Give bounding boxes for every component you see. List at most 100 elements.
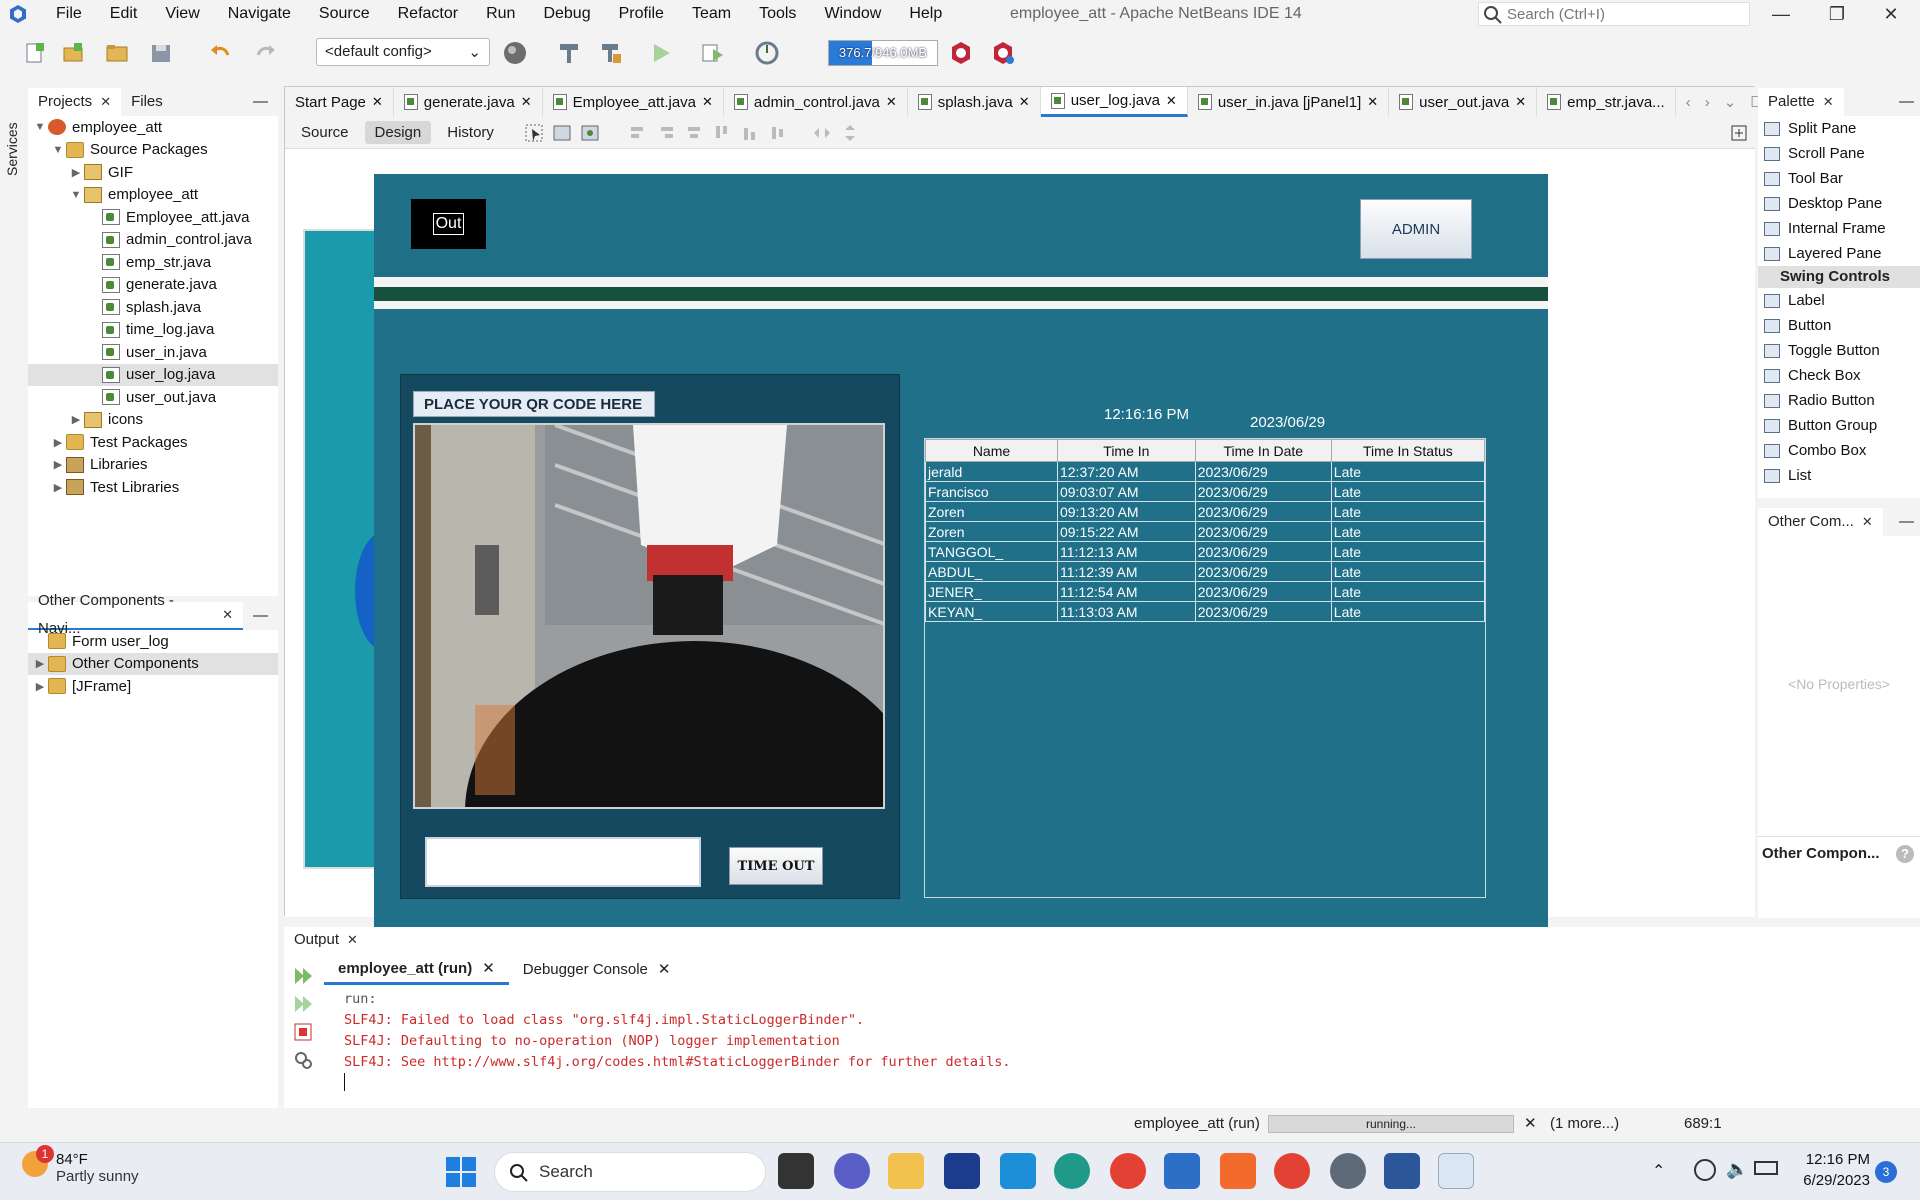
- selection-mode-icon[interactable]: [524, 123, 544, 143]
- table-row[interactable]: KEYAN_ 11:13:03 AM 2023/06/29 Late: [925, 601, 1486, 622]
- table-row[interactable]: jerald 12:37:20 AM 2023/06/29 Late: [925, 461, 1486, 482]
- align-right-icon[interactable]: [656, 123, 676, 143]
- tree-item[interactable]: user_in.java: [28, 341, 278, 364]
- system-clock[interactable]: 12:16 PM 6/29/2023: [1790, 1149, 1870, 1191]
- align-top-icon[interactable]: [712, 123, 732, 143]
- close-icon[interactable]: ✕: [482, 954, 495, 984]
- editor-tab[interactable]: splash.java ✕: [908, 87, 1041, 117]
- menu-edit[interactable]: Edit: [96, 0, 152, 28]
- tree-item[interactable]: Employee_att.java: [28, 206, 278, 229]
- attendance-table[interactable]: Name Time In Time In Date Time In Status je…: [924, 438, 1486, 898]
- settings-gear-icon[interactable]: [1330, 1153, 1366, 1189]
- chevron-right-icon[interactable]: ▶: [32, 680, 48, 693]
- table-row[interactable]: ABDUL_ 11:12:39 AM 2023/06/29 Late: [925, 561, 1486, 582]
- tree-item[interactable]: Form user_log: [28, 630, 278, 653]
- edge-browser-icon[interactable]: [1054, 1153, 1090, 1189]
- tree-item[interactable]: ▶ GIF: [28, 161, 278, 184]
- status-running-task[interactable]: employee_att (run): [1134, 1115, 1260, 1132]
- rerun-icon[interactable]: [292, 965, 318, 991]
- cancel-task-icon[interactable]: ✕: [1524, 1114, 1537, 1132]
- palette-item[interactable]: Button Group: [1758, 413, 1920, 438]
- table-row[interactable]: Zoren 09:13:20 AM 2023/06/29 Late: [925, 501, 1486, 522]
- editor-tab[interactable]: user_in.java [jPanel1] ✕: [1188, 87, 1390, 117]
- set-project-browser-icon[interactable]: [500, 38, 530, 68]
- chevron-right-icon[interactable]: ▶: [68, 166, 84, 179]
- file-explorer-icon[interactable]: [888, 1153, 924, 1189]
- profiler-snapshot-icon[interactable]: [988, 38, 1018, 68]
- settings-icon[interactable]: [292, 1049, 318, 1075]
- ide-search-input[interactable]: Search (Ctrl+I): [1478, 2, 1750, 26]
- editor-tab[interactable]: user_log.java ✕: [1040, 87, 1188, 117]
- tab-projects[interactable]: Projects ✕: [28, 88, 122, 116]
- tree-item[interactable]: user_out.java: [28, 386, 278, 409]
- palette-item[interactable]: Toggle Button: [1758, 338, 1920, 363]
- menu-view[interactable]: View: [151, 0, 213, 28]
- undo-icon[interactable]: [206, 38, 236, 68]
- java-app-icon[interactable]: [1438, 1153, 1474, 1189]
- taskbar-search[interactable]: Search: [494, 1152, 766, 1192]
- close-icon[interactable]: ✕: [1166, 93, 1177, 109]
- word-icon[interactable]: [1384, 1153, 1420, 1189]
- battery-icon[interactable]: [1754, 1161, 1778, 1175]
- profile-icon[interactable]: [752, 38, 782, 68]
- palette-item[interactable]: Desktop Pane: [1758, 191, 1920, 216]
- palette-item[interactable]: Layered Pane: [1758, 241, 1920, 266]
- new-file-icon[interactable]: [20, 38, 50, 68]
- chevron-left-icon[interactable]: ‹: [1686, 94, 1691, 111]
- center-vertical-icon[interactable]: [768, 123, 788, 143]
- close-icon[interactable]: ✕: [658, 955, 671, 985]
- center-horizontal-icon[interactable]: [684, 123, 704, 143]
- table-row[interactable]: TANGGOL_ 11:12:13 AM 2023/06/29 Late: [925, 541, 1486, 562]
- align-left-icon[interactable]: [628, 123, 648, 143]
- palette-item[interactable]: Scroll Pane: [1758, 141, 1920, 166]
- tree-item[interactable]: ▶ Other Components: [28, 652, 278, 675]
- palette-item[interactable]: Label: [1758, 288, 1920, 313]
- chevron-down-icon[interactable]: ▼: [68, 189, 84, 201]
- close-icon[interactable]: ✕: [372, 94, 383, 110]
- minimize-panel-icon[interactable]: —: [243, 602, 278, 630]
- menu-run[interactable]: Run: [472, 0, 529, 28]
- palette-item[interactable]: Radio Button: [1758, 388, 1920, 413]
- close-icon[interactable]: ✕: [1862, 508, 1873, 536]
- language-globe-icon[interactable]: [1694, 1159, 1716, 1181]
- tab-palette[interactable]: Palette ✕: [1758, 88, 1844, 116]
- rerun-with-options-icon[interactable]: [292, 993, 318, 1019]
- start-button[interactable]: [446, 1157, 476, 1187]
- tree-item[interactable]: ▶ icons: [28, 409, 278, 432]
- menu-file[interactable]: File: [42, 0, 96, 28]
- palette-item[interactable]: Check Box: [1758, 363, 1920, 388]
- maximize-button[interactable]: ❐: [1814, 0, 1860, 28]
- speaker-icon[interactable]: 🔈: [1726, 1159, 1748, 1180]
- tree-item[interactable]: ▶ Libraries: [28, 454, 278, 477]
- time-out-button[interactable]: TIME OUT: [729, 847, 823, 885]
- admin-button[interactable]: ADMIN: [1360, 199, 1472, 259]
- menu-debug[interactable]: Debug: [529, 0, 604, 28]
- gc-icon[interactable]: [946, 38, 976, 68]
- clean-build-icon[interactable]: [596, 38, 626, 68]
- minimize-panel-icon[interactable]: —: [1893, 508, 1920, 536]
- tree-item[interactable]: ▼ employee_att: [28, 116, 278, 139]
- tree-item[interactable]: ▼ Source Packages: [28, 139, 278, 162]
- close-icon[interactable]: ✕: [886, 94, 897, 110]
- chevron-down-icon[interactable]: ▼: [50, 144, 66, 156]
- palette-item[interactable]: Tool Bar: [1758, 166, 1920, 191]
- editor-tab[interactable]: generate.java ✕: [394, 87, 543, 117]
- app-square-icon[interactable]: [1000, 1153, 1036, 1189]
- status-progress-bar[interactable]: running...: [1268, 1115, 1514, 1133]
- tab-output[interactable]: Output ✕: [284, 927, 1920, 953]
- debug-icon[interactable]: [698, 38, 728, 68]
- tab-files[interactable]: Files: [121, 88, 173, 116]
- close-icon[interactable]: ✕: [1019, 94, 1030, 110]
- tree-item[interactable]: admin_control.java: [28, 229, 278, 252]
- editor-tab[interactable]: emp_str.java...: [1537, 87, 1676, 117]
- connection-mode-icon[interactable]: [552, 123, 572, 143]
- help-icon[interactable]: ?: [1896, 845, 1914, 863]
- open-project-icon[interactable]: [102, 38, 132, 68]
- close-icon[interactable]: ✕: [1367, 94, 1378, 110]
- menu-navigate[interactable]: Navigate: [214, 0, 305, 28]
- table-row[interactable]: JENER_ 11:12:54 AM 2023/06/29 Late: [925, 581, 1486, 602]
- xampp-icon[interactable]: [1220, 1153, 1256, 1189]
- tab-properties[interactable]: Other Com... ✕: [1758, 508, 1883, 536]
- menu-team[interactable]: Team: [678, 0, 745, 28]
- editor-tab[interactable]: Employee_att.java ✕: [543, 87, 724, 117]
